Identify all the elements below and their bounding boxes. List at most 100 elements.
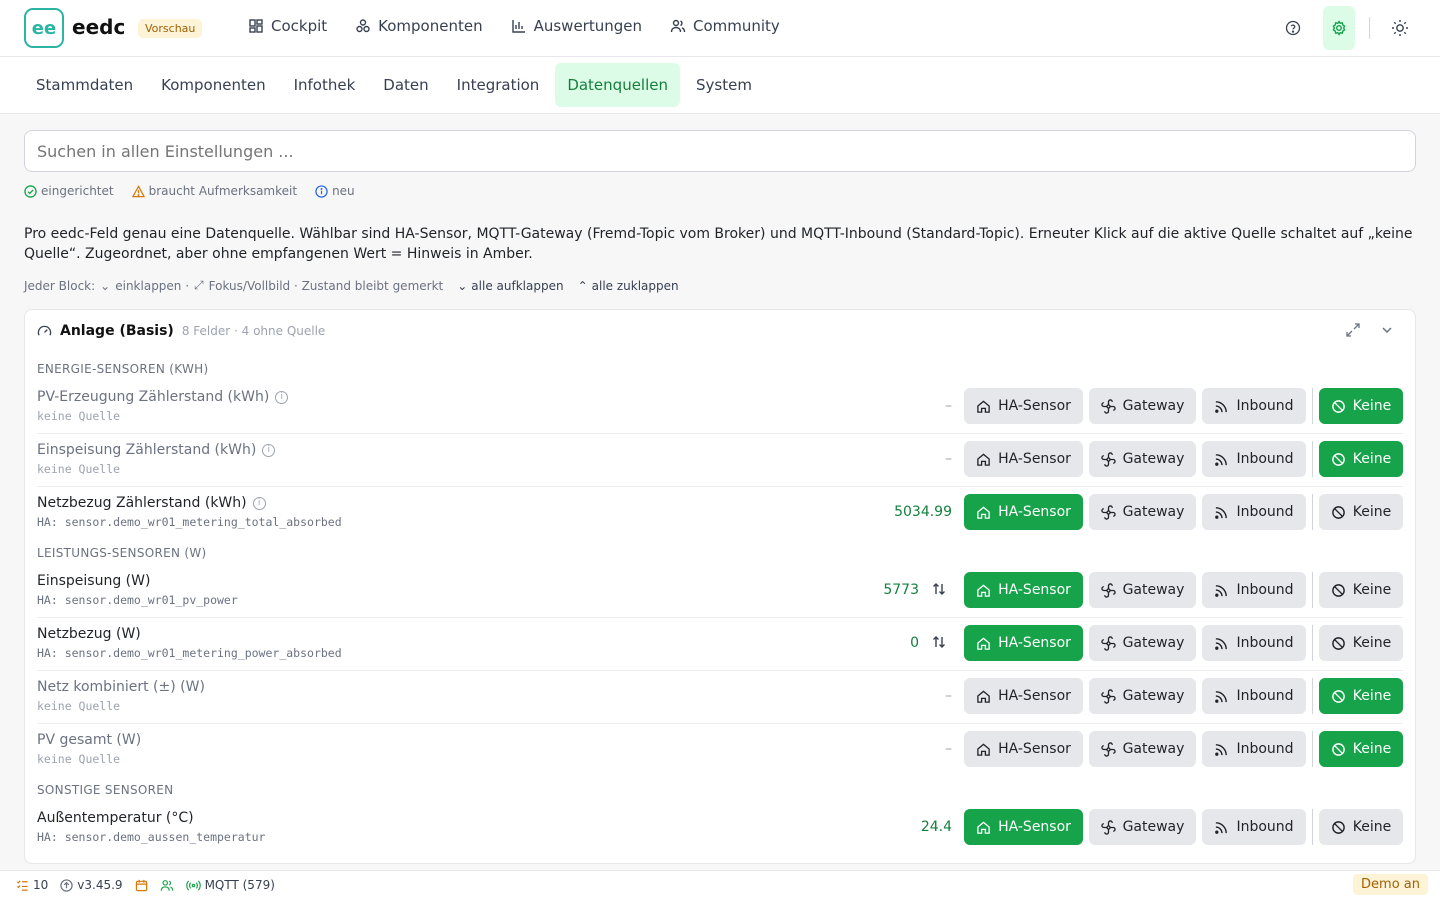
swap-arrows-icon[interactable] <box>932 582 946 600</box>
field-label-text: PV-Erzeugung Zählerstand (kWh) <box>37 389 270 405</box>
button-label: Inbound <box>1236 741 1294 757</box>
source-button-gw[interactable]: Gateway <box>1089 441 1196 477</box>
help-icon[interactable] <box>1277 6 1309 50</box>
source-buttons: HA-Sensor Gateway Inbound Keine <box>964 572 1403 608</box>
source-button-ha[interactable]: HA-Sensor <box>964 441 1083 477</box>
source-button-ke[interactable]: Keine <box>1319 678 1403 714</box>
nav-auswertungen[interactable]: Auswertungen <box>511 17 642 35</box>
fullscreen-icon[interactable] <box>1345 322 1361 342</box>
ban-icon <box>1331 636 1346 651</box>
mqtt-status[interactable]: MQTT (579) <box>185 878 275 892</box>
tab-system[interactable]: System <box>684 63 764 107</box>
source-button-gw[interactable]: Gateway <box>1089 494 1196 530</box>
gauge-icon <box>37 324 52 339</box>
source-buttons: HA-Sensor Gateway Inbound Keine <box>964 441 1403 477</box>
button-label: Inbound <box>1236 582 1294 598</box>
source-button-gw[interactable]: Gateway <box>1089 678 1196 714</box>
ban-icon <box>1331 399 1346 414</box>
block-hint: Jeder Block: ⌄ einklappen · ⤢ Fokus/Voll… <box>24 278 679 293</box>
expand-all-button[interactable]: ⌄ alle aufklappen <box>457 279 563 293</box>
source-button-ke[interactable]: Keine <box>1319 731 1403 767</box>
button-label: Gateway <box>1122 582 1185 598</box>
button-label: Keine <box>1352 635 1392 651</box>
source-button-ha[interactable]: HA-Sensor <box>964 388 1083 424</box>
source-button-ib[interactable]: Inbound <box>1202 625 1306 661</box>
source-button-ke[interactable]: Keine <box>1319 572 1403 608</box>
button-label: Keine <box>1352 398 1392 414</box>
source-button-ha[interactable]: HA-Sensor <box>964 625 1083 661</box>
field-row: PV gesamt (W) keine Quelle – HA-Sensor G… <box>37 724 1403 777</box>
source-button-ib[interactable]: Inbound <box>1202 809 1306 845</box>
grid-icon <box>248 18 264 34</box>
source-button-gw[interactable]: Gateway <box>1089 625 1196 661</box>
info-icon[interactable]: i <box>275 390 289 404</box>
button-label: Gateway <box>1122 504 1185 520</box>
gateway-icon <box>1100 451 1116 467</box>
gateway-icon <box>1100 398 1116 414</box>
brand-name[interactable]: eedc <box>72 15 125 39</box>
source-button-gw[interactable]: Gateway <box>1089 572 1196 608</box>
tab-datenquellen[interactable]: Datenquellen <box>555 63 680 107</box>
swap-arrows-icon[interactable] <box>932 635 946 653</box>
source-button-ha[interactable]: HA-Sensor <box>964 572 1083 608</box>
community-status[interactable] <box>160 879 174 892</box>
info-icon[interactable]: i <box>252 496 266 510</box>
home-icon <box>976 820 991 835</box>
theme-sun-icon[interactable] <box>1384 6 1416 50</box>
field-source: HA: sensor.demo_wr01_metering_power_abso… <box>37 646 342 660</box>
field-value: – <box>945 741 952 757</box>
field-source: HA: sensor.demo_aussen_temperatur <box>37 830 266 844</box>
source-button-ke[interactable]: Keine <box>1319 388 1403 424</box>
tab-stammdaten[interactable]: Stammdaten <box>24 63 145 107</box>
users-icon <box>160 879 174 892</box>
app-logo[interactable]: ee <box>24 8 64 48</box>
rss-icon <box>1214 636 1229 651</box>
tab-integration[interactable]: Integration <box>445 63 552 107</box>
source-button-ib[interactable]: Inbound <box>1202 572 1306 608</box>
source-button-ha[interactable]: HA-Sensor <box>964 731 1083 767</box>
tab-komponenten[interactable]: Komponenten <box>149 63 277 107</box>
version-info[interactable]: v3.45.9 <box>60 878 123 892</box>
tab-daten[interactable]: Daten <box>371 63 440 107</box>
field-source: keine Quelle <box>37 409 121 423</box>
demo-badge[interactable]: Demo an <box>1353 874 1428 895</box>
task-count[interactable]: 10 <box>16 878 48 892</box>
card-header[interactable]: Anlage (Basis) 8 Felder · 4 ohne Quelle <box>37 323 325 339</box>
source-button-ke[interactable]: Keine <box>1319 494 1403 530</box>
nav-komponenten[interactable]: Komponenten <box>355 17 483 35</box>
source-button-ke[interactable]: Keine <box>1319 625 1403 661</box>
source-button-gw[interactable]: Gateway <box>1089 731 1196 767</box>
field-row: Netz kombiniert (±) (W) keine Quelle – H… <box>37 671 1403 724</box>
button-label: Gateway <box>1122 451 1185 467</box>
calendar-status[interactable] <box>135 879 148 892</box>
nav-community[interactable]: Community <box>670 17 780 35</box>
source-button-ha[interactable]: HA-Sensor <box>964 494 1083 530</box>
source-button-ke[interactable]: Keine <box>1319 441 1403 477</box>
source-button-ib[interactable]: Inbound <box>1202 494 1306 530</box>
source-button-ib[interactable]: Inbound <box>1202 678 1306 714</box>
source-button-gw[interactable]: Gateway <box>1089 809 1196 845</box>
source-button-ha[interactable]: HA-Sensor <box>964 678 1083 714</box>
source-button-ib[interactable]: Inbound <box>1202 388 1306 424</box>
button-divider <box>1312 809 1313 845</box>
source-button-ke[interactable]: Keine <box>1319 809 1403 845</box>
source-button-gw[interactable]: Gateway <box>1089 388 1196 424</box>
home-icon <box>976 583 991 598</box>
hint-text: Jeder Block: ⌄ einklappen · ⤢ Fokus/Voll… <box>24 278 443 293</box>
source-button-ib[interactable]: Inbound <box>1202 731 1306 767</box>
collapse-all-button[interactable]: ⌃ alle zuklappen <box>578 279 679 293</box>
chevron-down-icon[interactable] <box>1379 322 1395 342</box>
checklist-icon <box>16 879 29 892</box>
users-icon <box>670 18 686 34</box>
tab-infothek[interactable]: Infothek <box>282 63 368 107</box>
card-title: Anlage (Basis) <box>60 323 174 339</box>
source-button-ha[interactable]: HA-Sensor <box>964 809 1083 845</box>
button-label: Keine <box>1352 741 1392 757</box>
info-icon[interactable]: i <box>262 443 276 457</box>
settings-gear-icon[interactable] <box>1323 6 1355 50</box>
button-label: Inbound <box>1236 819 1294 835</box>
settings-search-input[interactable] <box>24 130 1416 172</box>
nav-cockpit[interactable]: Cockpit <box>248 17 327 35</box>
source-button-ib[interactable]: Inbound <box>1202 441 1306 477</box>
bar-chart-icon <box>511 18 527 34</box>
